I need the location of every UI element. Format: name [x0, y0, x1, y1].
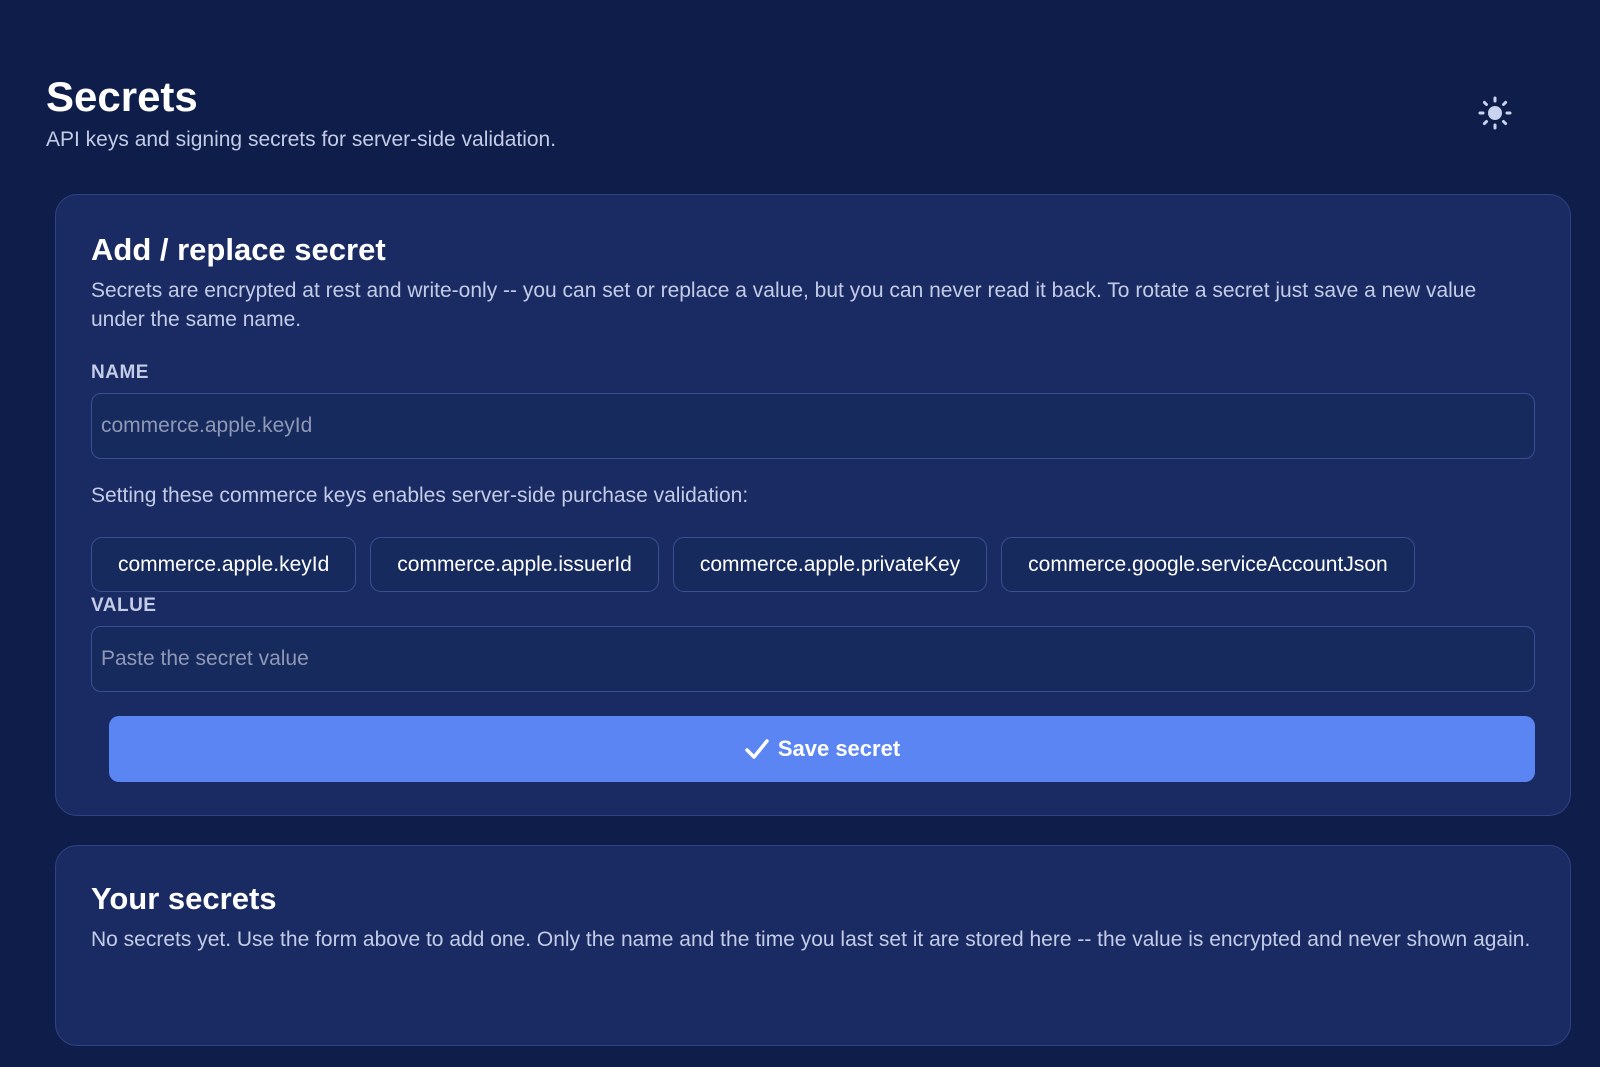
sun-icon — [1478, 96, 1512, 130]
suggested-key-chip[interactable]: commerce.apple.privateKey — [672, 537, 988, 592]
page-title: Secrets — [46, 73, 198, 120]
value-input[interactable] — [91, 626, 1535, 692]
add-secret-title: Add / replace secret — [91, 232, 386, 267]
theme-toggle-button[interactable] — [1474, 92, 1516, 134]
add-secret-card: Add / replace secret Secrets are encrypt… — [55, 194, 1571, 816]
value-field-label: VALUE — [91, 595, 157, 616]
page-subtitle: API keys and signing secrets for server-… — [46, 128, 557, 151]
page-header: Secrets API keys and signing secrets for… — [46, 72, 556, 154]
suggested-key-chip[interactable]: commerce.google.serviceAccountJson — [1001, 537, 1415, 592]
your-secrets-card: Your secrets No secrets yet. Use the for… — [55, 845, 1571, 1046]
suggested-key-chip[interactable]: commerce.apple.keyId — [91, 537, 357, 592]
check-icon — [745, 739, 769, 759]
commerce-keys-hint: Setting these commerce keys enables serv… — [91, 484, 749, 507]
add-secret-description: Secrets are encrypted at rest and write-… — [91, 279, 1477, 331]
save-secret-label: Save secret — [777, 736, 901, 761]
your-secrets-title: Your secrets — [91, 881, 277, 916]
suggested-keys: commerce.apple.keyId commerce.apple.issu… — [91, 537, 1415, 592]
secrets-page: Secrets API keys and signing secrets for… — [0, 0, 1600, 1067]
empty-state-text: No secrets yet. Use the form above to ad… — [91, 928, 1531, 951]
name-field-label: NAME — [91, 362, 149, 383]
suggested-key-chip[interactable]: commerce.apple.issuerId — [370, 537, 659, 592]
name-input[interactable] — [91, 393, 1535, 459]
save-secret-button[interactable]: Save secret — [109, 716, 1535, 782]
